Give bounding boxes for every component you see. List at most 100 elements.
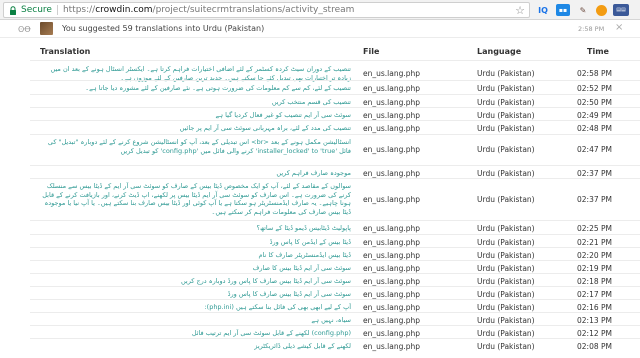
translation-link[interactable]: تنصیب کی قسم منتخب کریں	[36, 98, 351, 107]
time-cell: 02:37 PM	[577, 195, 612, 204]
badge-icon[interactable]: ▪▪	[556, 4, 570, 16]
translation-link[interactable]: آپ کے لیے ابھی بھی کی فائل بنا سکتے ہیں …	[36, 303, 351, 312]
file-cell: en_us.lang.php	[363, 329, 421, 338]
file-cell: en_us.lang.php	[363, 238, 421, 247]
file-cell: en_us.lang.php	[363, 251, 421, 260]
time-cell: 02:20 PM	[577, 251, 612, 260]
time-cell: 02:19 PM	[577, 264, 612, 273]
time-cell: 02:13 PM	[577, 316, 612, 325]
activity-message: You suggested 59 translations into Urdu …	[62, 24, 265, 33]
browser-toolbar: Secure https://crowdin.com/project/suite…	[0, 0, 640, 20]
translation-link[interactable]: لکھنے کے قابل کیشے ذیلی ڈائریکٹریز	[36, 342, 351, 351]
translation-link[interactable]: سیاہ، نہیں ہے	[36, 316, 351, 325]
iq-icon[interactable]: IQ	[536, 4, 550, 16]
language-cell: Urdu (Pakistan)	[477, 69, 535, 78]
table-row: سوئٹ سی آر ایم ڈیٹا بیس کا صارف en_us.la…	[30, 260, 640, 273]
file-cell: en_us.lang.php	[363, 169, 421, 178]
table-row: آپ کے لیے ابھی بھی کی فائل بنا سکتے ہیں …	[30, 299, 640, 312]
translation-link[interactable]: (config.php) لکھنے کے قابل سوئٹ سی آر ای…	[36, 329, 351, 338]
language-cell: Urdu (Pakistan)	[477, 224, 535, 233]
language-cell: Urdu (Pakistan)	[477, 238, 535, 247]
time-cell: 02:12 PM	[577, 329, 612, 338]
time-cell: 02:08 PM	[577, 342, 612, 351]
translation-link[interactable]: ڈیٹا بیس کے ایڈمن کا پاس ورڈ	[36, 238, 351, 247]
time-cell: 02:47 PM	[577, 145, 612, 154]
translation-link[interactable]: ڈیٹا بیس ایڈمنسٹریٹر صارف کا نام	[36, 251, 351, 260]
file-cell: en_us.lang.php	[363, 124, 421, 133]
url-path: /project/suitecrmtranslations/activity_s…	[152, 5, 355, 15]
file-cell: en_us.lang.php	[363, 277, 421, 286]
language-cell: Urdu (Pakistan)	[477, 290, 535, 299]
language-cell: Urdu (Pakistan)	[477, 277, 535, 286]
language-cell: Urdu (Pakistan)	[477, 316, 535, 325]
time-cell: 02:50 PM	[577, 98, 612, 107]
file-cell: en_us.lang.php	[363, 264, 421, 273]
translation-link[interactable]: سوئٹ سی آر ایم ڈیٹا بیس صارف کا پاس ورڈ …	[36, 277, 351, 286]
table-row: ڈیٹا بیس کے ایڈمن کا پاس ورڈ en_us.lang.…	[30, 234, 640, 247]
language-cell: Urdu (Pakistan)	[477, 84, 535, 93]
circle-icon[interactable]	[596, 4, 607, 16]
address-bar[interactable]: Secure https://crowdin.com/project/suite…	[3, 2, 530, 18]
table-row: انسٹالیشن مکمل ہونے کے بعد <br> اس تبدیل…	[30, 134, 640, 165]
url-text: https://crowdin.com/project/suitecrmtran…	[63, 5, 354, 15]
table-row: پاپولیٹ ڈیٹابیس ڈیمو ڈیٹا کے ساتھ؟ en_us…	[30, 220, 640, 234]
translation-link[interactable]: سوالوں کے مقاصد کے لئے، آپ کو ایک مخصوص …	[36, 182, 351, 216]
bookmark-star-icon[interactable]: ☆	[515, 4, 525, 17]
table-row: سوئٹ سی آر ایم تنصیب کو غیر فعال کردیا گ…	[30, 107, 640, 120]
file-cell: en_us.lang.php	[363, 98, 421, 107]
user-group-icon: ʘꝊ	[18, 25, 31, 34]
table-row: تنصیب کے دوران سیٹ کردہ کسٹمر کے لئے اضا…	[30, 60, 640, 82]
table-row: تنصیب کی مدد کے لئے، براہ مہربانی سوئٹ س…	[30, 120, 640, 134]
table-row: تنصیب کی قسم منتخب کریں en_us.lang.php U…	[30, 94, 640, 107]
translation-link[interactable]: موجودہ صارف فراہم کریں	[36, 169, 351, 178]
address-divider	[56, 5, 58, 15]
time-cell: 02:52 PM	[577, 84, 612, 93]
translation-link[interactable]: انسٹالیشن مکمل ہونے کے بعد <br> اس تبدیل…	[36, 138, 351, 155]
language-cell: Urdu (Pakistan)	[477, 195, 535, 204]
file-cell: en_us.lang.php	[363, 303, 421, 312]
translation-link[interactable]: سوئٹ سی آر ایم ڈیٹا بیس کا صارف	[36, 264, 351, 273]
time-cell: 02:18 PM	[577, 277, 612, 286]
translation-link[interactable]: تنصیب کی مدد کے لئے، براہ مہربانی سوئٹ س…	[36, 124, 351, 133]
avatar[interactable]	[40, 22, 53, 35]
file-cell: en_us.lang.php	[363, 195, 421, 204]
language-cell: Urdu (Pakistan)	[477, 264, 535, 273]
column-header-time: Time	[587, 47, 609, 56]
file-cell: en_us.lang.php	[363, 224, 421, 233]
word-icon[interactable]: ▤▤	[613, 4, 629, 16]
time-cell: 02:49 PM	[577, 111, 612, 120]
secure-label: Secure	[21, 5, 52, 15]
wand-icon[interactable]: ✎	[576, 4, 590, 16]
table-row: موجودہ صارف فراہم کریں en_us.lang.php Ur…	[30, 165, 640, 178]
language-cell: Urdu (Pakistan)	[477, 145, 535, 154]
language-cell: Urdu (Pakistan)	[477, 98, 535, 107]
translation-link[interactable]: پاپولیٹ ڈیٹابیس ڈیمو ڈیٹا کے ساتھ؟	[36, 224, 351, 233]
file-cell: en_us.lang.php	[363, 290, 421, 299]
language-cell: Urdu (Pakistan)	[477, 342, 535, 351]
table-row: سوالوں کے مقاصد کے لئے، آپ کو ایک مخصوص …	[30, 178, 640, 220]
translation-link[interactable]: تنصیب کے لئے، کم سے کم معلومات کی ضرورت …	[36, 84, 351, 93]
file-cell: en_us.lang.php	[363, 145, 421, 154]
table-row: سیاہ، نہیں ہے en_us.lang.php Urdu (Pakis…	[30, 312, 640, 325]
language-cell: Urdu (Pakistan)	[477, 303, 535, 312]
time-cell: 02:21 PM	[577, 238, 612, 247]
column-header-translation: Translation	[40, 47, 91, 56]
table-row: سوئٹ سی آر ایم ڈیٹا بیس صارف کا پاس ورڈ …	[30, 273, 640, 286]
time-cell: 02:58 PM	[577, 69, 612, 78]
language-cell: Urdu (Pakistan)	[477, 124, 535, 133]
table-row: سوئٹ سی آر ایم ڈیٹا بیس صارف کا پاس ورڈ …	[30, 286, 640, 299]
file-cell: en_us.lang.php	[363, 316, 421, 325]
translation-link[interactable]: سوئٹ سی آر ایم تنصیب کو غیر فعال کردیا گ…	[36, 111, 351, 120]
file-cell: en_us.lang.php	[363, 69, 421, 78]
lock-icon	[7, 4, 19, 16]
table-row: (config.php) لکھنے کے قابل سوئٹ سی آر ای…	[30, 325, 640, 338]
url-scheme: https://	[62, 5, 96, 15]
close-icon[interactable]: ×	[615, 22, 623, 33]
column-header-language: Language	[477, 47, 522, 56]
time-cell: 02:37 PM	[577, 169, 612, 178]
language-cell: Urdu (Pakistan)	[477, 111, 535, 120]
translation-link[interactable]: سوئٹ سی آر ایم ڈیٹا بیس صارف کا پاس ورڈ	[36, 290, 351, 299]
extension-bar: IQ ▪▪ ✎ ▤▤ ⋮	[536, 2, 640, 18]
menu-icon[interactable]: ⋮	[635, 4, 640, 16]
time-cell: 02:25 PM	[577, 224, 612, 233]
